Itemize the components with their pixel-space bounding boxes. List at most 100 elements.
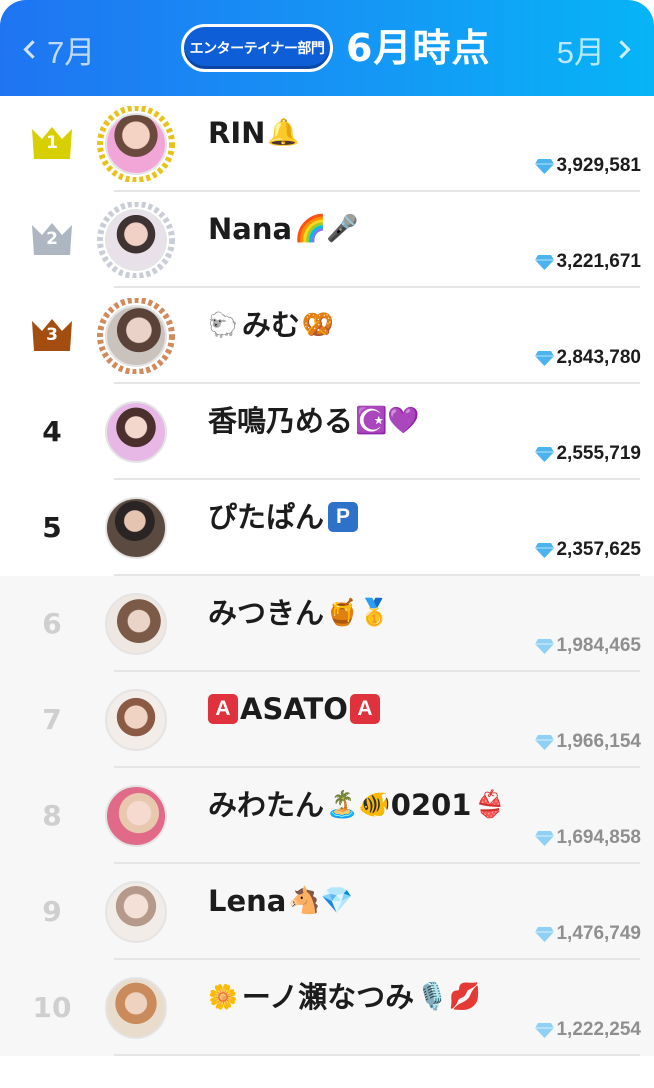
user-name: RIN — [208, 116, 266, 150]
diamond-icon — [535, 254, 555, 270]
gold-crown-icon: 1 — [30, 125, 74, 161]
row-divider — [114, 1054, 640, 1056]
user-name: みわたん — [208, 788, 325, 822]
ranking-row[interactable]: 8 みわたん 🏝️🐠 0201 👙 1,694,858 — [0, 768, 654, 864]
ranking-screen: 7月 エンターテイナー部門 6月時点 5月 1 RIN 🔔 3,929,581 … — [0, 0, 654, 1088]
rank-number: 9 — [42, 895, 62, 928]
score-value: 2,357,625 — [556, 539, 641, 560]
user-name: みむ — [241, 308, 300, 342]
p-badge-icon: P — [328, 502, 359, 532]
diamond-icon — [535, 926, 555, 942]
user-name: Nana — [208, 212, 293, 246]
score: 2,357,625 — [534, 537, 641, 563]
diamond-icon — [535, 734, 555, 750]
bell-icon: 🔔 — [267, 118, 300, 148]
honey-medal-icon: 🍯🥇 — [326, 598, 391, 628]
rank-number: 10 — [32, 991, 72, 1024]
score-value: 1,222,254 — [556, 1019, 641, 1040]
avatar[interactable] — [96, 298, 176, 374]
avatar[interactable] — [96, 106, 176, 182]
diamond-icon — [535, 830, 555, 846]
score-value: 2,555,719 — [556, 443, 641, 464]
ranking-row[interactable]: 7 A ASATO A 1,966,154 — [0, 672, 654, 768]
rank-number: 2 — [46, 229, 58, 249]
user-name: みつきん — [208, 596, 325, 630]
user-name: 香鳴乃める — [208, 404, 354, 438]
microphone-lips-icon: 🎙️💋 — [416, 982, 481, 1012]
next-month-label: 5月 — [556, 34, 605, 70]
rank-number: 6 — [42, 607, 62, 640]
score-value: 3,221,671 — [556, 251, 641, 272]
user-name: ーノ瀬なつみ — [241, 980, 415, 1014]
avatar[interactable] — [96, 874, 176, 950]
chevron-right-icon — [612, 39, 631, 59]
diamond-icon — [535, 350, 555, 366]
score: 1,222,254 — [534, 1017, 641, 1043]
avatar[interactable] — [96, 586, 176, 662]
rank-number: 7 — [42, 703, 62, 736]
score: 1,984,465 — [534, 633, 641, 659]
rank-number: 8 — [42, 799, 62, 832]
avatar[interactable] — [96, 778, 176, 854]
rank-number: 3 — [46, 325, 58, 345]
ranking-row[interactable]: 10 🌼 ーノ瀬なつみ 🎙️💋 1,222,254 — [0, 960, 654, 1056]
chevron-left-icon — [23, 39, 42, 59]
prev-month-button[interactable]: 7月 — [22, 27, 95, 71]
score: 1,966,154 — [534, 729, 641, 755]
user-name-suffix: 0201 — [390, 788, 472, 822]
score: 1,694,858 — [534, 825, 641, 851]
diamond-icon — [535, 638, 555, 654]
avatar[interactable] — [96, 394, 176, 470]
ranking-row[interactable]: 6 みつきん 🍯🥇 1,984,465 — [0, 576, 654, 672]
ranking-row[interactable]: 4 香鳴乃める ☪️💜 2,555,719 — [0, 384, 654, 480]
bronze-crown-icon: 3 — [30, 317, 74, 353]
ranking-row[interactable]: 3 🐑 みむ 🥨 2,843,780 — [0, 288, 654, 384]
score-value: 1,984,465 — [556, 635, 641, 656]
horse-diamond-icon: 🐴💎 — [288, 886, 354, 916]
header-bar: 7月 エンターテイナー部門 6月時点 5月 — [0, 0, 654, 96]
pretzel-icon: 🥨 — [301, 310, 335, 340]
ranking-row[interactable]: 1 RIN 🔔 3,929,581 — [0, 96, 654, 192]
score-value: 2,843,780 — [556, 347, 641, 368]
island-fish-icon: 🏝️🐠 — [326, 790, 391, 820]
silver-crown-icon: 2 — [30, 221, 74, 257]
moon-heart-icon: ☪️💜 — [355, 406, 420, 436]
user-name: Lena — [208, 884, 287, 918]
user-name: ASATO — [240, 692, 348, 726]
ranking-list: 1 RIN 🔔 3,929,581 2 Nana 🌈🎤 3,221,671 3 … — [0, 96, 654, 1056]
diamond-icon — [535, 1022, 555, 1038]
diamond-icon — [535, 446, 555, 462]
ranking-row[interactable]: 9 Lena 🐴💎 1,476,749 — [0, 864, 654, 960]
a-badge-icon: A — [208, 694, 238, 724]
score-value: 1,694,858 — [556, 827, 641, 848]
score: 3,221,671 — [534, 249, 641, 275]
score-value: 1,476,749 — [556, 923, 641, 944]
ranking-row[interactable]: 5 ぴたぱん P 2,357,625 — [0, 480, 654, 576]
score: 2,843,780 — [534, 345, 641, 371]
avatar[interactable] — [96, 682, 176, 758]
avatar[interactable] — [96, 202, 176, 278]
score-value: 1,966,154 — [556, 731, 641, 752]
ranking-row[interactable]: 2 Nana 🌈🎤 3,221,671 — [0, 192, 654, 288]
flower-icon: 🌼 — [208, 983, 238, 1011]
avatar[interactable] — [96, 490, 176, 566]
avatar[interactable] — [96, 970, 176, 1046]
bikini-icon: 👙 — [473, 790, 506, 820]
user-name: ぴたぱん — [208, 500, 325, 534]
category-pill[interactable]: エンターテイナー部門 — [181, 24, 333, 72]
rank-number: 5 — [42, 511, 62, 544]
score: 3,929,581 — [534, 153, 641, 179]
sheep-icon: 🐑 — [208, 311, 238, 339]
score-value: 3,929,581 — [556, 155, 641, 176]
diamond-icon — [535, 542, 555, 558]
rank-number: 4 — [42, 415, 62, 448]
score: 1,476,749 — [534, 921, 641, 947]
next-month-button[interactable]: 5月 — [557, 27, 632, 71]
diamond-icon — [535, 158, 555, 174]
rank-number: 1 — [46, 133, 58, 153]
prev-month-label: 7月 — [47, 34, 96, 70]
rainbow-microphone-icon: 🌈🎤 — [294, 214, 359, 244]
a-badge-icon: A — [349, 694, 380, 724]
score: 2,555,719 — [534, 441, 641, 467]
period-title: 6月時点 — [346, 26, 491, 70]
